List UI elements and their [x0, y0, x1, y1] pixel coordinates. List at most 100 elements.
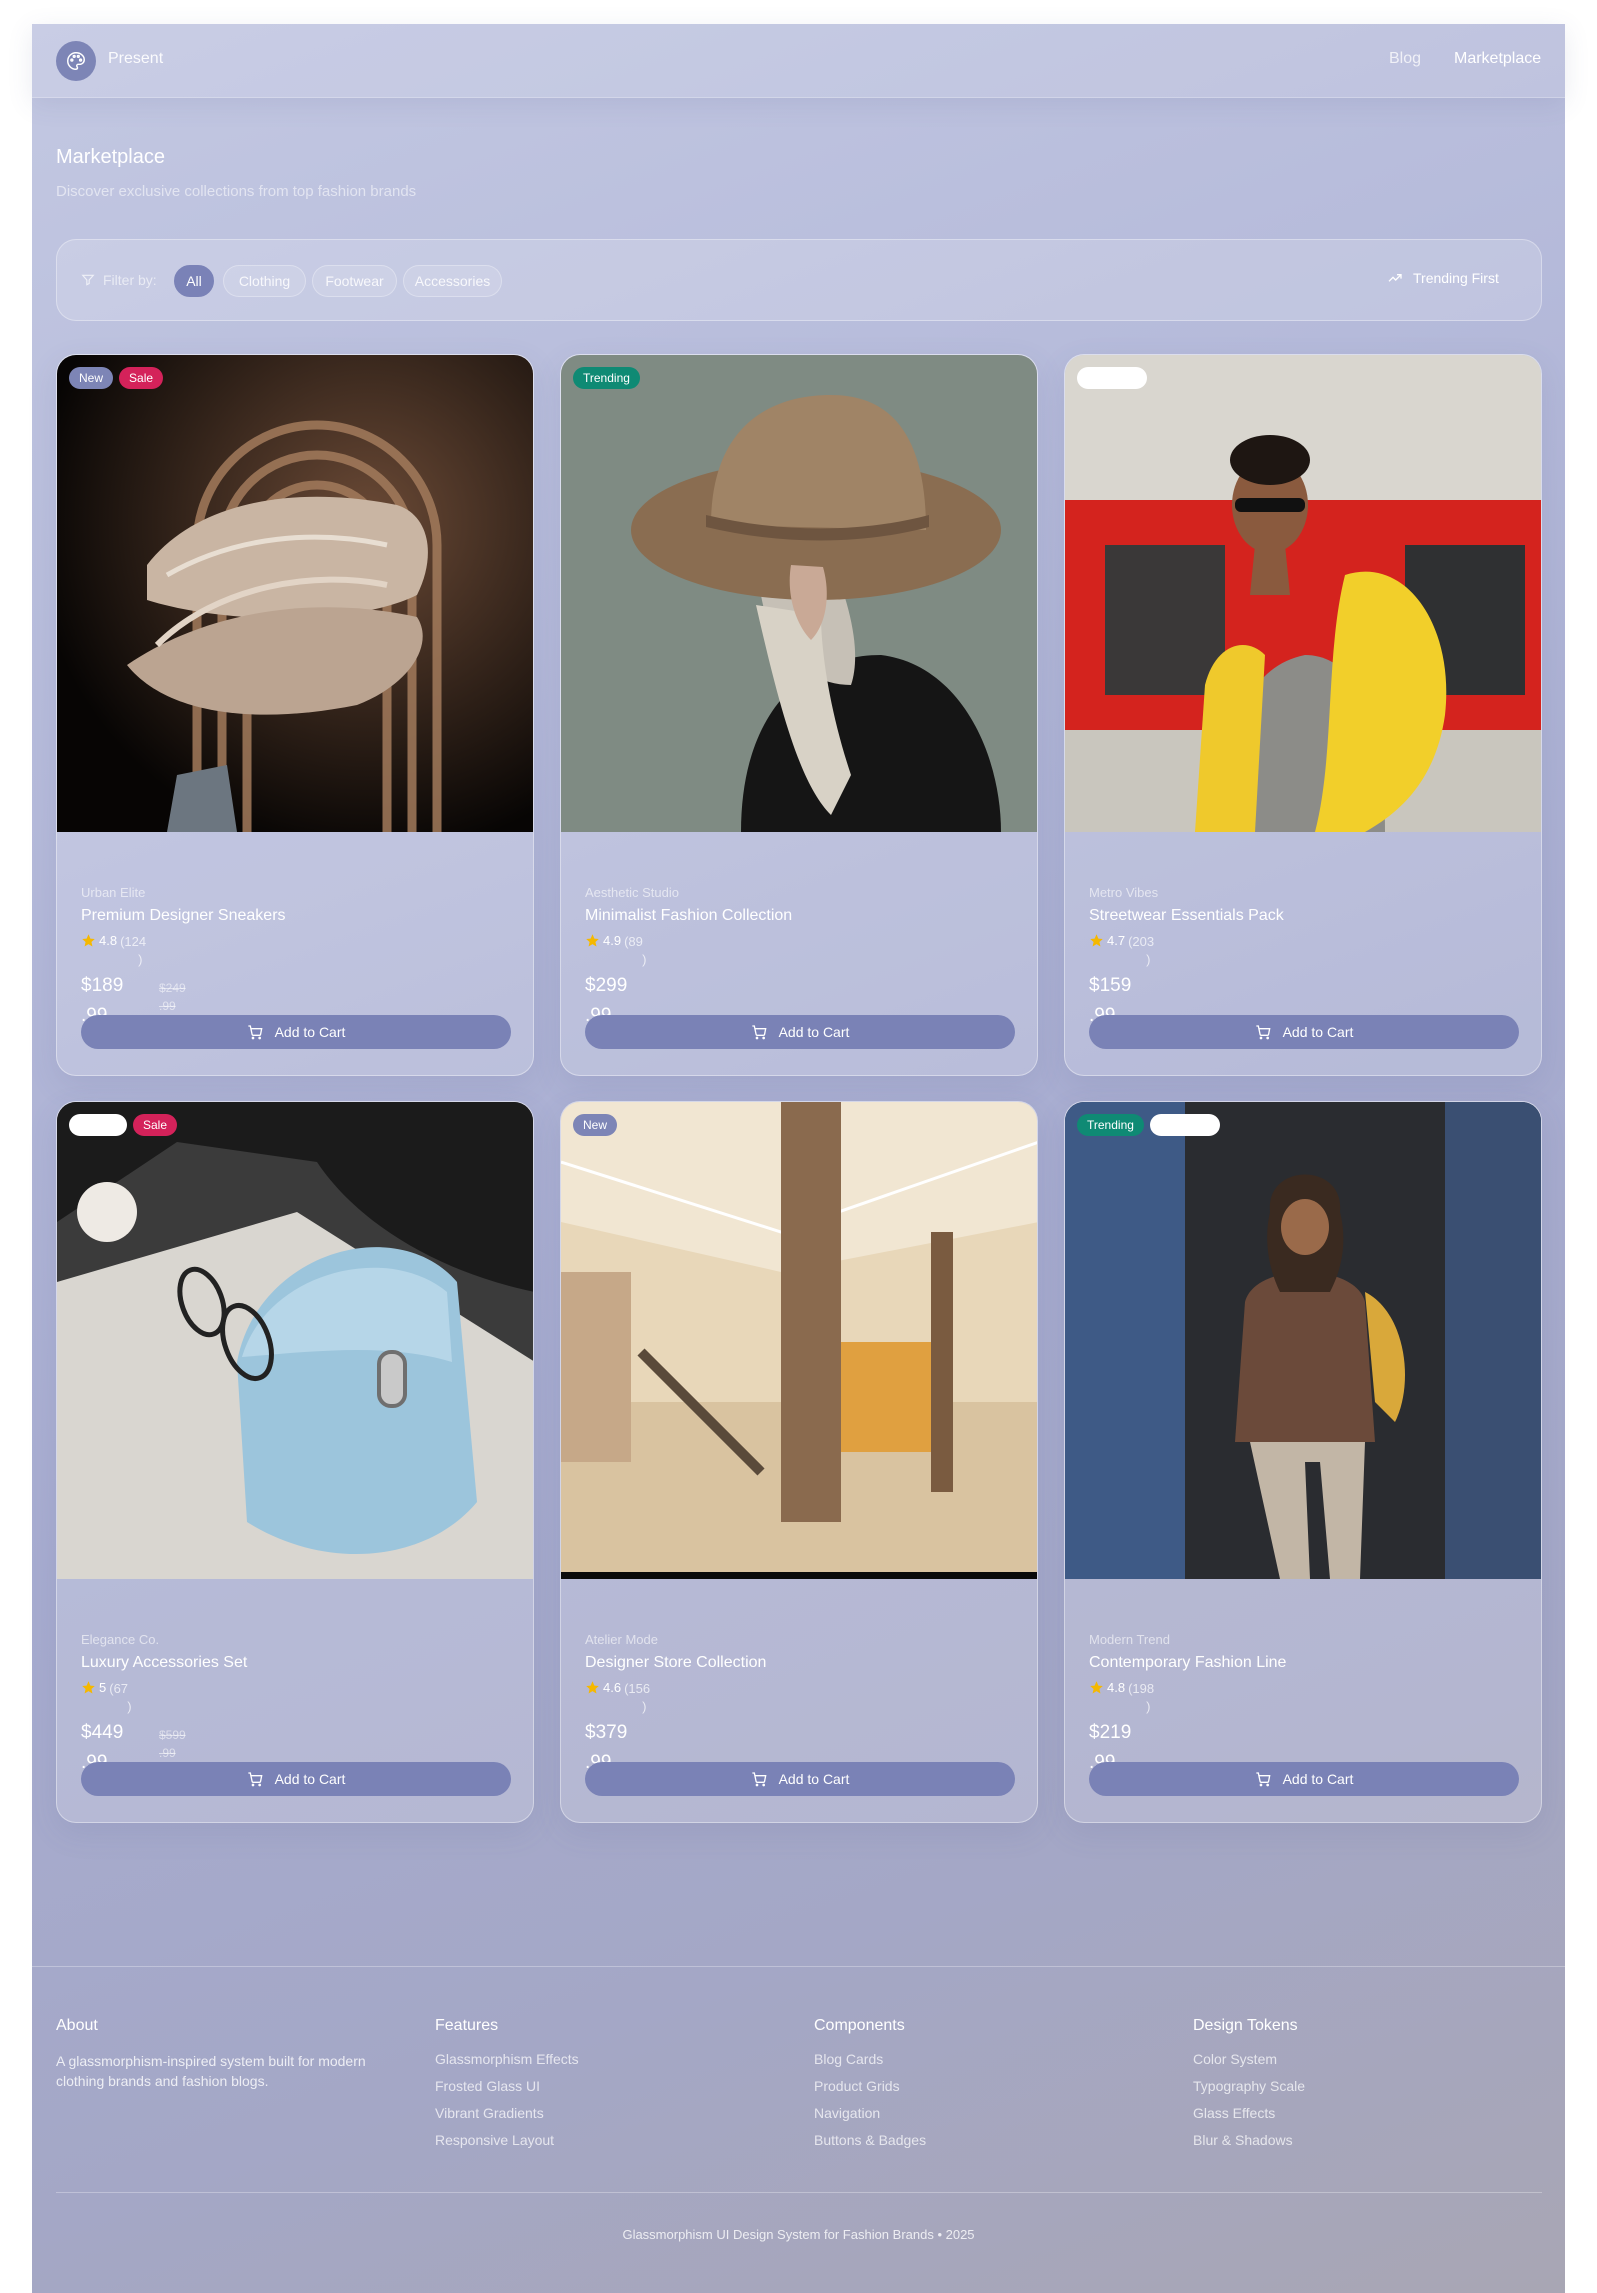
footer-link[interactable]: Responsive Layout [435, 2132, 775, 2148]
footer-link[interactable]: Blur & Shadows [1193, 2132, 1533, 2148]
add-to-cart-label: Add to Cart [1282, 1771, 1354, 1787]
badge-sale: Sale [133, 1114, 178, 1136]
page-title: Marketplace [56, 146, 165, 168]
cart-icon [1255, 1025, 1271, 1040]
footer-features-title: Features [435, 2017, 499, 2034]
star-icon [1090, 934, 1103, 947]
product-image-accessories[interactable]: Sale [57, 1102, 533, 1579]
product-brand: Aesthetic Studio [585, 885, 679, 900]
footer-about-text: A glassmorphism-inspired system built fo… [56, 2053, 366, 2089]
footer-link[interactable]: Typography Scale [1193, 2078, 1533, 2094]
palette-icon[interactable] [56, 41, 96, 81]
trending-up-icon [1388, 274, 1402, 282]
cart-icon [247, 1772, 263, 1787]
product-name[interactable]: Contemporary Fashion Line [1089, 1654, 1286, 1672]
footer-link[interactable]: Frosted Glass UI [435, 2078, 775, 2094]
product-image-hat[interactable]: Trending [561, 355, 1037, 832]
sort-label: Trending First [1413, 270, 1499, 286]
product-card[interactable]: Trending Modern Trend Contemporary Fashi… [1064, 1101, 1542, 1823]
add-to-cart-button[interactable]: Add to Cart [1089, 1015, 1519, 1049]
footer-link[interactable]: Buttons & Badges [814, 2132, 1154, 2148]
review-count: (156) [624, 1681, 651, 1714]
footer-link[interactable]: Blog Cards [814, 2051, 1154, 2067]
footer-components-title: Components [814, 2017, 905, 2034]
product-name[interactable]: Designer Store Collection [585, 1654, 766, 1672]
add-to-cart-button[interactable]: Add to Cart [585, 1015, 1015, 1049]
rating-value: 4.6 [603, 1680, 622, 1695]
top-nav: Present Blog Marketplace [32, 24, 1565, 98]
product-brand: Metro Vibes [1089, 885, 1159, 900]
product-image-fashion-line[interactable]: Trending [1065, 1102, 1541, 1579]
product-old-price: $599.99 [159, 1728, 186, 1760]
footer-design-tokens: Design Tokens Color System Typography Sc… [1193, 2017, 1533, 2159]
review-count: (67) [109, 1681, 132, 1714]
footer-bottom-divider [56, 2192, 1542, 2193]
logo-text[interactable]: Present [108, 50, 163, 68]
badge-blank [69, 1114, 127, 1136]
nav-link-blog[interactable]: Blog [1389, 50, 1421, 68]
footer-link[interactable]: Product Grids [814, 2078, 1154, 2094]
footer-copyright: Glassmorphism UI Design System for Fashi… [622, 2227, 975, 2242]
badge-blank [1077, 367, 1147, 389]
filter-chip-accessories[interactable]: Accessories [403, 265, 502, 297]
footer-link[interactable]: Color System [1193, 2051, 1533, 2067]
product-card[interactable]: Metro Vibes Streetwear Essentials Pack 4… [1064, 354, 1542, 1076]
product-name[interactable]: Streetwear Essentials Pack [1089, 907, 1284, 925]
footer-link[interactable]: Glass Effects [1193, 2105, 1533, 2121]
product-brand: Atelier Mode [585, 1632, 658, 1647]
page-subtitle: Discover exclusive collections from top … [56, 183, 417, 200]
review-count: (89) [624, 934, 647, 967]
footer-components: Components Blog Cards Product Grids Navi… [814, 2017, 1154, 2159]
cart-icon [751, 1025, 767, 1040]
footer-features: Features Glassmorphism Effects Frosted G… [435, 2017, 775, 2159]
product-card[interactable]: Trending Aesthetic Studio Minimalist Fas… [560, 354, 1038, 1076]
product-brand: Urban Elite [81, 885, 146, 900]
nav-link-marketplace[interactable]: Marketplace [1454, 50, 1541, 68]
footer-link[interactable]: Vibrant Gradients [435, 2105, 775, 2121]
filter-label: Filter by: [81, 272, 157, 288]
rating-value: 4.7 [1107, 933, 1126, 948]
cart-icon [1255, 1772, 1271, 1787]
product-image-streetwear[interactable] [1065, 355, 1541, 832]
filter-label-text: Filter by: [103, 272, 157, 288]
product-card[interactable]: New Sale Urban Elite Premium Designer Sn… [56, 354, 534, 1076]
add-to-cart-label: Add to Cart [274, 1771, 346, 1787]
product-image-sneakers[interactable]: New Sale [57, 355, 533, 832]
footer-tokens-title: Design Tokens [1193, 2017, 1298, 2034]
product-card[interactable]: New Atelier Mode Designer Store Collecti… [560, 1101, 1038, 1823]
sort-trending-button[interactable]: Trending First [1387, 270, 1499, 286]
filter-chip-all[interactable]: All [174, 265, 214, 297]
badge-new: New [69, 367, 114, 389]
product-rating: 4.9 (89) [585, 933, 656, 969]
add-to-cart-button[interactable]: Add to Cart [585, 1762, 1015, 1796]
badge-new: New [573, 1114, 618, 1136]
footer-link[interactable]: Navigation [814, 2105, 1154, 2121]
add-to-cart-label: Add to Cart [1282, 1024, 1354, 1040]
add-to-cart-button[interactable]: Add to Cart [81, 1762, 511, 1796]
star-icon [586, 1681, 599, 1694]
add-to-cart-button[interactable]: Add to Cart [81, 1015, 511, 1049]
product-rating: 5 (67) [81, 1680, 141, 1716]
add-to-cart-label: Add to Cart [778, 1024, 850, 1040]
product-brand: Modern Trend [1089, 1632, 1170, 1647]
product-name[interactable]: Premium Designer Sneakers [81, 907, 286, 925]
add-to-cart-button[interactable]: Add to Cart [1089, 1762, 1519, 1796]
product-image-store[interactable]: New [561, 1102, 1037, 1579]
rating-value: 4.8 [99, 933, 118, 948]
footer-about-title: About [56, 2017, 98, 2034]
badge-sale: Sale [119, 367, 164, 389]
filter-chip-footwear[interactable]: Footwear [312, 265, 397, 297]
badge-trending: Trending [1077, 1114, 1144, 1136]
review-count: (203) [1128, 934, 1155, 967]
product-name[interactable]: Minimalist Fashion Collection [585, 907, 792, 925]
footer-about: About A glassmorphism-inspired system bu… [56, 2017, 396, 2091]
product-card[interactable]: Sale Elegance Co. Luxury Accessories Set… [56, 1101, 534, 1823]
badge-trending: Trending [573, 367, 640, 389]
review-count: (124) [120, 934, 147, 967]
footer-link[interactable]: Glassmorphism Effects [435, 2051, 775, 2067]
filter-bar: Filter by: All Clothing Footwear Accesso… [56, 239, 1542, 321]
product-rating: 4.7 (203) [1089, 933, 1160, 969]
product-name[interactable]: Luxury Accessories Set [81, 1654, 247, 1672]
add-to-cart-label: Add to Cart [778, 1771, 850, 1787]
filter-chip-clothing[interactable]: Clothing [223, 265, 306, 297]
